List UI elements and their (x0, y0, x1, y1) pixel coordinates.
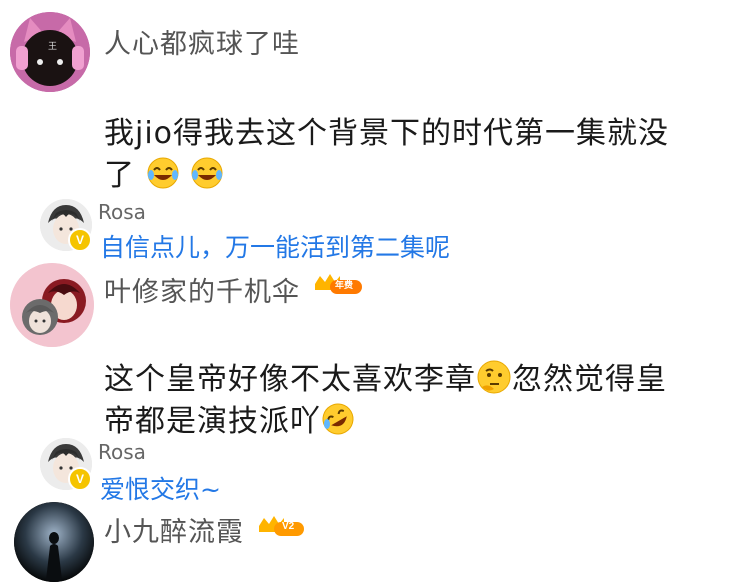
vip-badge-label: V2 (282, 521, 295, 532)
verified-v-badge: V (68, 467, 92, 491)
verified-v-badge: V (68, 228, 92, 252)
comment-text-line-2: 了 (104, 150, 224, 198)
vip-badge-label: 年费 (335, 281, 354, 291)
avatar-two-characters[interactable] (10, 263, 94, 347)
laughing-tears-icon (146, 156, 180, 198)
vip-level-badge: V2 (256, 512, 308, 544)
annual-vip-badge: 年费 (312, 270, 364, 302)
thinking-face-icon (476, 359, 512, 403)
reply-user-name[interactable]: Rosa (98, 200, 146, 224)
comment-text-line: 我jio得我去这个背景下的时代第一集就没 (104, 116, 670, 151)
comment-user-name[interactable]: 小九醉流霞 (104, 510, 244, 549)
rolling-laugh-icon (321, 402, 355, 444)
comment-user-name[interactable]: 人心都疯球了哇 (104, 22, 300, 61)
avatar-dark-figure[interactable] (14, 502, 94, 582)
comment-text: 我jio得我去这个背景下的时代第一集就没 (104, 108, 669, 152)
comment-user-name[interactable]: 叶修家的千机伞 (104, 270, 300, 309)
comment-text-line-2: 帝都是演技派吖 (104, 396, 355, 444)
svg-text:王: 王 (48, 41, 57, 52)
avatar-cat-headphones[interactable]: 王 (10, 12, 90, 92)
reply-user-name[interactable]: Rosa (98, 440, 146, 464)
laughing-tears-icon (190, 156, 224, 198)
reply-text[interactable]: 自信点儿，万一能活到第二集呢 (100, 228, 450, 264)
reply-text[interactable]: 爱恨交织~ (100, 470, 221, 506)
